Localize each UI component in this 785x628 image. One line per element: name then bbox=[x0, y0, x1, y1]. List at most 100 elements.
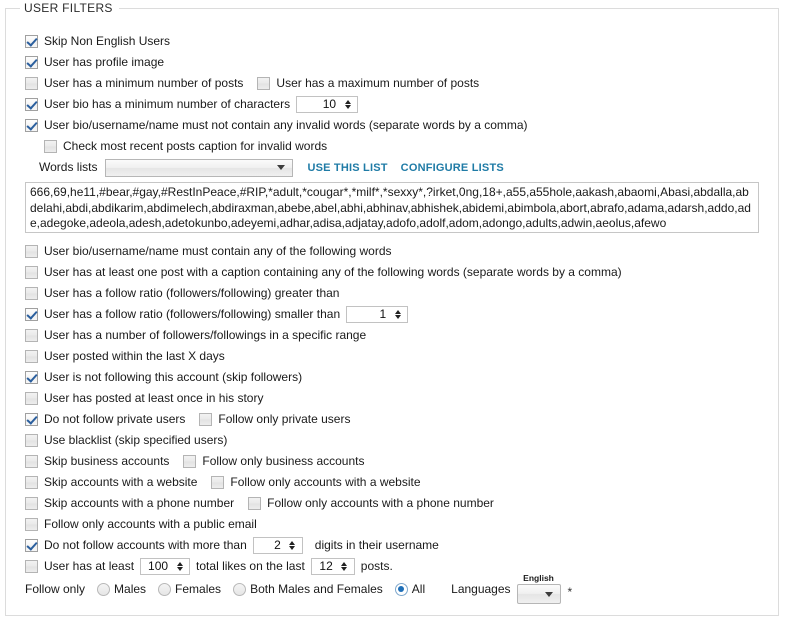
radio-both-males-and-females[interactable] bbox=[233, 582, 247, 596]
spinner-arrows-icon[interactable] bbox=[337, 559, 354, 574]
checkbox-follow-only-business-accounts[interactable] bbox=[183, 455, 197, 468]
filter-row-user-bio-must-contain[interactable]: User bio/username/name must contain any … bbox=[6, 241, 778, 262]
radio-item-males[interactable]: Males bbox=[97, 581, 147, 596]
filter-row-skip-non-english-users[interactable]: Skip Non English Users bbox=[6, 31, 778, 52]
label-user-min-posts: User has a minimum number of posts bbox=[44, 76, 244, 90]
filter-row-follow-ratio-greater[interactable]: User has a follow ratio (followers/follo… bbox=[6, 283, 778, 304]
checkbox-skip-accounts-website[interactable] bbox=[25, 476, 38, 489]
filter-row-user-post-caption-contains[interactable]: User has at least one post with a captio… bbox=[6, 262, 778, 283]
filter-row-business-accounts[interactable]: Skip business accounts Follow only busin… bbox=[6, 451, 778, 472]
checkbox-use-blacklist[interactable] bbox=[25, 434, 38, 447]
checkbox-user-post-caption-contains[interactable] bbox=[25, 266, 38, 279]
spinner-arrows-icon[interactable] bbox=[341, 97, 358, 112]
checkbox-skip-business-accounts[interactable] bbox=[25, 455, 38, 468]
arrow-up-icon[interactable] bbox=[344, 99, 351, 104]
filter-row-user-total-likes[interactable]: User has at least 100 total likes on the… bbox=[6, 556, 778, 577]
checkbox-do-not-follow-digits[interactable] bbox=[25, 539, 38, 552]
checkbox-user-not-following-account[interactable] bbox=[25, 371, 38, 384]
checkbox-user-has-profile-image[interactable] bbox=[25, 56, 38, 69]
spinner-arrows-icon[interactable] bbox=[391, 307, 408, 322]
filter-row-follow-ratio-smaller[interactable]: User has a follow ratio (followers/follo… bbox=[6, 304, 778, 325]
label-do-not-follow-private: Do not follow private users bbox=[44, 412, 186, 426]
filter-row-user-bio-invalid-words[interactable]: User bio/username/name must not contain … bbox=[6, 115, 778, 136]
checkbox-follow-only-accounts-phone[interactable] bbox=[248, 497, 262, 510]
configure-lists-link[interactable]: CONFIGURE LISTS bbox=[401, 162, 504, 174]
label-all: All bbox=[411, 581, 426, 596]
spinner-arrows-icon[interactable] bbox=[285, 538, 302, 553]
filter-row-check-recent-posts-caption[interactable]: Check most recent posts caption for inva… bbox=[6, 136, 778, 157]
checkbox-follow-ratio-smaller[interactable] bbox=[25, 308, 38, 321]
use-this-list-link[interactable]: USE THIS LIST bbox=[307, 162, 387, 174]
filter-row-user-posted-story[interactable]: User has posted at least once in his sto… bbox=[6, 388, 778, 409]
arrow-down-icon[interactable] bbox=[289, 546, 296, 551]
languages-dropdown[interactable] bbox=[516, 584, 561, 604]
checkbox-followers-in-range[interactable] bbox=[25, 329, 38, 342]
spinner-value-follow-ratio-smaller[interactable]: 1 bbox=[347, 307, 392, 322]
checkbox-follow-only-private[interactable] bbox=[199, 413, 213, 426]
radio-item-both[interactable]: Both Males and Females bbox=[233, 582, 383, 596]
filter-row-phone-accounts[interactable]: Skip accounts with a phone number Follow… bbox=[6, 493, 778, 514]
arrow-down-icon[interactable] bbox=[341, 567, 348, 572]
label-males: Males bbox=[114, 581, 147, 596]
label-follow-only-business-accounts: Follow only business accounts bbox=[202, 454, 365, 468]
checkbox-skip-non-english-users[interactable] bbox=[25, 35, 38, 48]
checkbox-user-min-posts[interactable] bbox=[25, 77, 38, 90]
filter-row-posts-min-max[interactable]: User has a minimum number of posts User … bbox=[6, 73, 778, 94]
spinner-total-likes[interactable]: 100 bbox=[140, 558, 191, 575]
checkbox-user-bio-invalid-words[interactable] bbox=[25, 119, 38, 132]
radio-females[interactable] bbox=[158, 582, 172, 596]
filter-row-follow-only-public-email[interactable]: Follow only accounts with a public email bbox=[6, 514, 778, 535]
arrow-down-icon[interactable] bbox=[394, 315, 401, 320]
filter-row-user-bio-min-chars[interactable]: User bio has a minimum number of charact… bbox=[6, 94, 778, 115]
spinner-arrows-icon[interactable] bbox=[173, 559, 190, 574]
spinner-user-bio-min-chars[interactable]: 10 bbox=[296, 96, 359, 113]
filter-row-user-not-following-account[interactable]: User is not following this account (skip… bbox=[6, 367, 778, 388]
checkbox-user-total-likes[interactable] bbox=[25, 560, 38, 573]
radio-all[interactable] bbox=[394, 582, 408, 596]
filter-row-user-posted-last-x-days[interactable]: User posted within the last X days bbox=[6, 346, 778, 367]
arrow-down-icon[interactable] bbox=[176, 567, 183, 572]
chevron-down-icon[interactable] bbox=[277, 165, 286, 170]
checkbox-follow-ratio-greater[interactable] bbox=[25, 287, 38, 300]
filter-row-do-not-follow-digits[interactable]: Do not follow accounts with more than 2 … bbox=[6, 535, 778, 556]
spinner-follow-ratio-smaller[interactable]: 1 bbox=[346, 306, 409, 323]
checkbox-user-posted-last-x-days[interactable] bbox=[25, 350, 38, 363]
spinner-value-last-posts[interactable]: 12 bbox=[311, 559, 338, 574]
arrow-up-icon[interactable] bbox=[341, 561, 348, 566]
checkbox-user-posted-story[interactable] bbox=[25, 392, 38, 405]
radio-item-females[interactable]: Females bbox=[158, 582, 221, 596]
label-do-not-follow-digits: Do not follow accounts with more than bbox=[44, 538, 247, 552]
label-user-post-caption-contains: User has at least one post with a captio… bbox=[44, 265, 622, 279]
filter-row-website-accounts[interactable]: Skip accounts with a website Follow only… bbox=[6, 472, 778, 493]
checkbox-user-bio-min-chars[interactable] bbox=[25, 98, 38, 111]
checkbox-do-not-follow-private[interactable] bbox=[25, 413, 38, 426]
spinner-do-not-follow-digits[interactable]: 2 bbox=[252, 537, 303, 554]
filter-row-user-has-profile-image[interactable]: User has profile image bbox=[6, 52, 778, 73]
checkbox-user-max-posts[interactable] bbox=[257, 77, 271, 90]
radio-males[interactable] bbox=[97, 582, 111, 596]
arrow-up-icon[interactable] bbox=[176, 561, 183, 566]
checkbox-follow-only-accounts-website[interactable] bbox=[211, 476, 225, 489]
checkbox-follow-only-public-email[interactable] bbox=[25, 518, 38, 531]
spinner-last-posts[interactable]: 12 bbox=[310, 558, 355, 575]
spinner-value-total-likes[interactable]: 100 bbox=[141, 559, 174, 574]
filter-row-followers-in-range[interactable]: User has a number of followers/following… bbox=[6, 325, 778, 346]
chevron-down-icon[interactable] bbox=[544, 591, 553, 597]
filter-row-use-blacklist[interactable]: Use blacklist (skip specified users) bbox=[6, 430, 778, 451]
checkbox-check-recent-posts-caption[interactable] bbox=[44, 140, 57, 153]
languages-control[interactable]: English bbox=[516, 574, 561, 604]
checkbox-skip-accounts-phone[interactable] bbox=[25, 497, 38, 510]
spinner-value-user-bio-min-chars[interactable]: 10 bbox=[297, 97, 342, 112]
label-total-likes-mid: total likes on the last bbox=[196, 559, 305, 573]
label-user-bio-must-contain: User bio/username/name must contain any … bbox=[44, 244, 392, 258]
checkbox-user-bio-must-contain[interactable] bbox=[25, 245, 38, 258]
radio-item-all[interactable]: All bbox=[394, 581, 426, 596]
filter-row-private-users[interactable]: Do not follow private users Follow only … bbox=[6, 409, 778, 430]
invalid-words-textarea[interactable]: 666,69,he11,#bear,#gay,#RestInPeace,#RIP… bbox=[25, 182, 759, 233]
arrow-up-icon[interactable] bbox=[394, 309, 401, 314]
words-lists-dropdown[interactable] bbox=[105, 158, 294, 177]
arrow-down-icon[interactable] bbox=[344, 105, 351, 110]
follow-only-label: Follow only bbox=[25, 581, 86, 596]
arrow-up-icon[interactable] bbox=[289, 540, 296, 545]
spinner-value-do-not-follow-digits[interactable]: 2 bbox=[253, 538, 286, 553]
